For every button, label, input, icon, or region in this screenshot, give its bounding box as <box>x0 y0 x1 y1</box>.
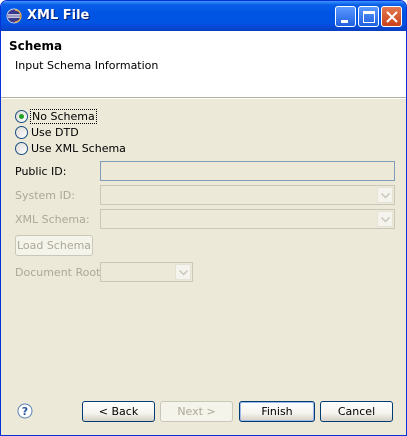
page-title: Schema <box>9 39 63 53</box>
svg-text:?: ? <box>22 405 28 418</box>
radio-use-xml-schema[interactable]: Use XML Schema <box>15 141 126 156</box>
radio-no-schema[interactable]: No Schema <box>15 109 97 124</box>
wizard-banner: Schema Input Schema Information <box>1 31 406 98</box>
radio-use-dtd[interactable]: Use DTD <box>15 125 79 140</box>
document-root-label: Document Root: <box>15 266 105 279</box>
chevron-down-icon <box>381 193 390 199</box>
radio-button-checked[interactable] <box>15 110 28 123</box>
public-id-label: Public ID: <box>15 165 67 178</box>
radio-no-schema-label: No Schema <box>30 109 97 124</box>
load-schema-button[interactable]: Load Schema <box>15 235 93 256</box>
minimize-icon <box>341 20 348 23</box>
next-button[interactable]: Next > <box>160 401 233 422</box>
title-bar[interactable]: XML File <box>1 1 406 31</box>
chevron-down-icon <box>381 217 390 223</box>
xml-schema-combo[interactable] <box>100 209 395 229</box>
system-id-combo[interactable] <box>100 185 395 205</box>
document-root-dropdown-button[interactable] <box>175 264 191 280</box>
help-icon[interactable]: ? <box>17 403 33 419</box>
radio-use-dtd-label: Use DTD <box>31 126 79 139</box>
page-description: Input Schema Information <box>15 59 159 72</box>
radio-button[interactable] <box>15 126 28 139</box>
radio-button[interactable] <box>15 142 28 155</box>
banner-divider <box>1 98 406 99</box>
chevron-down-icon <box>179 270 188 276</box>
maximize-icon <box>363 11 375 23</box>
cancel-button[interactable]: Cancel <box>320 401 393 422</box>
back-button[interactable]: < Back <box>82 401 155 422</box>
close-icon <box>386 11 398 23</box>
xml-schema-dropdown-button[interactable] <box>377 211 393 227</box>
xml-schema-label: XML Schema: <box>15 213 90 226</box>
finish-button[interactable]: Finish <box>239 401 315 422</box>
minimize-button[interactable] <box>335 6 356 27</box>
eclipse-icon <box>6 8 22 24</box>
document-root-combo[interactable] <box>100 262 193 282</box>
public-id-input[interactable] <box>100 161 395 181</box>
system-id-label: System ID: <box>15 189 75 202</box>
maximize-button[interactable] <box>358 6 379 27</box>
close-button[interactable] <box>381 6 402 27</box>
window-title: XML File <box>27 8 90 23</box>
system-id-dropdown-button[interactable] <box>377 187 393 203</box>
radio-use-xml-schema-label: Use XML Schema <box>31 142 126 155</box>
xml-file-dialog: XML File Schema Input Schema Information… <box>0 0 407 436</box>
